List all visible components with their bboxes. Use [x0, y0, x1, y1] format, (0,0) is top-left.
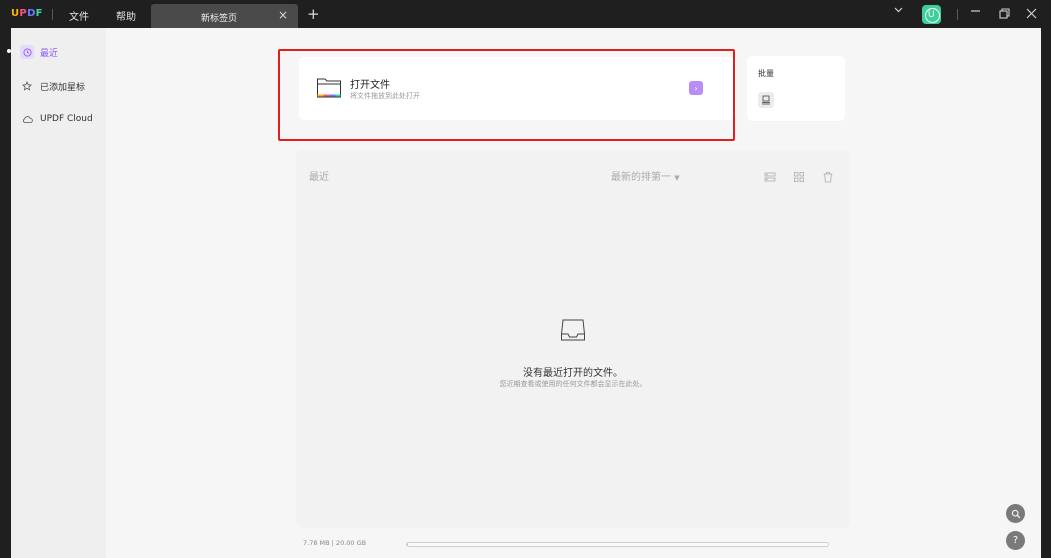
recent-files-panel: 最近 最新的排第一 ▼ 没有最近打开的文件。 您近期查看或使用的任何文件都会显示…: [296, 150, 850, 528]
sort-dropdown[interactable]: 最新的排第一 ▼: [611, 168, 680, 183]
sidebar-item-cloud[interactable]: UPDF Cloud: [20, 108, 93, 130]
storage-usage-text: 7.78 MB | 20.00 GB: [303, 539, 367, 547]
list-view-icon[interactable]: [764, 168, 776, 182]
empty-state-title: 没有最近打开的文件。: [523, 368, 623, 379]
caret-down-icon: ▼: [674, 174, 680, 182]
search-button[interactable]: [1006, 504, 1025, 523]
highlight-box: [278, 49, 735, 141]
avatar-initial: U: [928, 9, 935, 19]
menu-help[interactable]: 帮助: [116, 8, 136, 23]
sidebar-item-starred[interactable]: 已添加星标: [20, 75, 85, 97]
logo-letter-d: D: [27, 8, 36, 19]
sidebar-item-recent[interactable]: 最近: [20, 41, 58, 63]
sidebar-item-label: UPDF Cloud: [40, 114, 93, 124]
chevron-down-icon[interactable]: [893, 4, 904, 18]
logo-letter-u: U: [11, 8, 20, 19]
tab-label: 新标签页: [201, 14, 238, 24]
menu-file[interactable]: 文件: [69, 8, 89, 23]
question-icon: ?: [1012, 535, 1019, 546]
empty-state-subtitle: 您近期查看或使用的任何文件都会显示在此处。: [499, 380, 647, 388]
restore-icon[interactable]: [999, 8, 1010, 23]
batch-card[interactable]: 批量: [747, 56, 845, 121]
batch-title: 批量: [758, 69, 774, 78]
updf-logo: UPDF: [11, 8, 43, 19]
close-window-icon[interactable]: [1026, 8, 1037, 23]
cloud-icon: [20, 112, 34, 126]
menu-divider: [52, 9, 53, 20]
sidebar-item-label: 已添加星标: [40, 82, 86, 93]
sort-label: 最新的排第一: [611, 172, 671, 183]
recent-title: 最近: [309, 172, 329, 183]
close-tab-icon[interactable]: ×: [278, 8, 288, 22]
clock-icon: [20, 45, 34, 59]
trash-icon[interactable]: [822, 168, 834, 183]
add-tab-icon[interactable]: +: [307, 5, 320, 23]
sidebar: 最近 已添加星标 UPDF Cloud: [11, 28, 106, 558]
logo-letter-f: F: [35, 8, 43, 19]
help-button[interactable]: ?: [1006, 531, 1025, 550]
empty-inbox-icon: [560, 318, 586, 342]
star-icon: [20, 79, 34, 93]
sidebar-item-label: 最近: [40, 48, 59, 59]
window-controls-divider: [957, 9, 958, 20]
minimize-icon[interactable]: [970, 4, 981, 21]
title-bar: UPDF 文件 帮助 新标签页 × + U: [0, 0, 1051, 28]
tab-new-tab[interactable]: 新标签页 ×: [151, 4, 298, 28]
search-icon: [1011, 509, 1020, 518]
batch-stack-icon[interactable]: [758, 92, 774, 108]
user-avatar[interactable]: U: [922, 5, 941, 24]
storage-progress-bar: [406, 542, 829, 547]
grid-view-icon[interactable]: [793, 168, 805, 182]
logo-letter-p: P: [19, 8, 28, 19]
